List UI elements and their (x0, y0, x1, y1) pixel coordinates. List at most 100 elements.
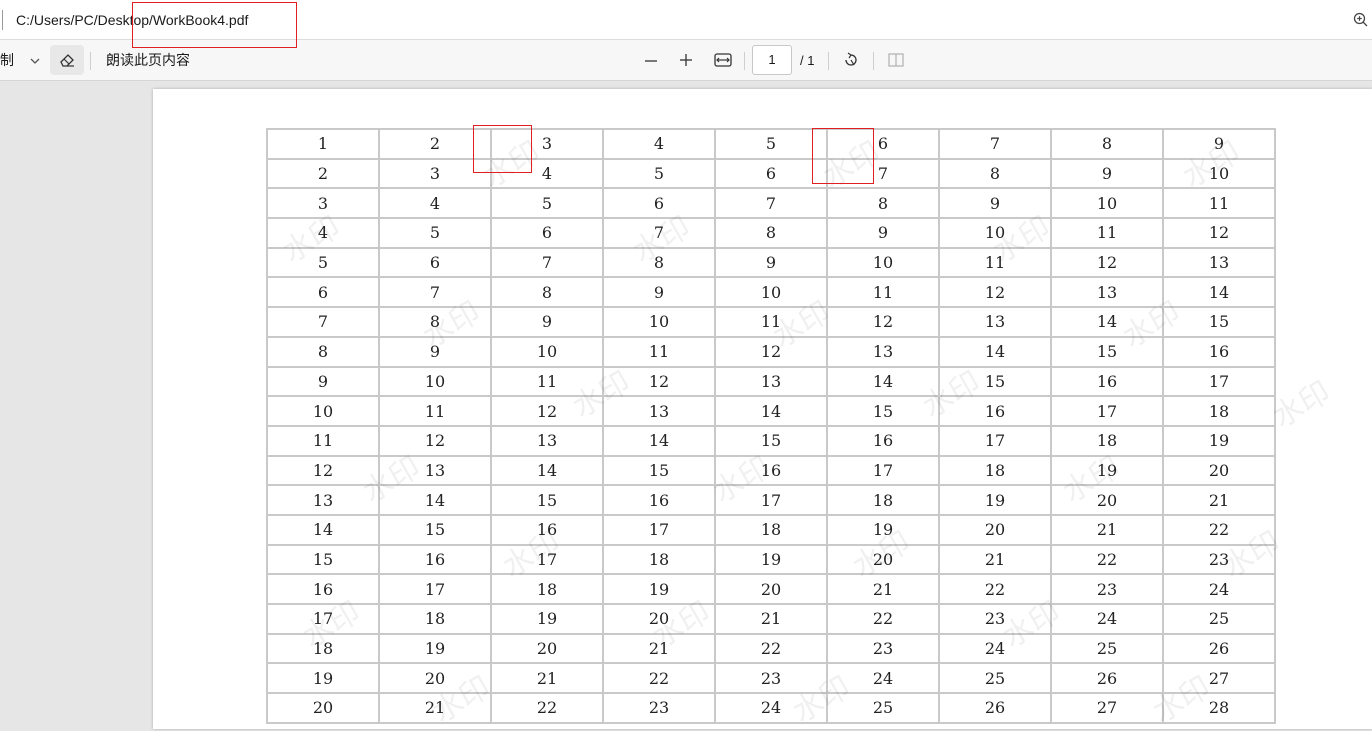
table-row: 6 7 8 9 10 11 12 13 14 (266, 276, 1276, 309)
pdf-toolbar: 制 朗读此页内容 (0, 40, 1372, 81)
table-cell: 10 (714, 276, 828, 309)
table-cell: 5 (378, 217, 492, 249)
table-cell: 15 (602, 454, 716, 487)
table-cell: 5 (714, 128, 828, 160)
table-cell: 14 (1162, 276, 1276, 309)
table-cell: 15 (714, 424, 828, 457)
table-cell: 4 (490, 157, 604, 190)
table-cell: 13 (938, 306, 1052, 338)
table-cell: 20 (602, 603, 716, 635)
table-cell: 19 (378, 632, 492, 665)
table-row: 5 6 7 8 9 10 11 12 13 (266, 246, 1276, 279)
table-cell: 15 (266, 543, 380, 576)
table-cell: 11 (938, 246, 1052, 279)
table-cell: 13 (602, 395, 716, 427)
table-cell: 21 (602, 632, 716, 665)
draw-button[interactable]: 制 (0, 50, 14, 70)
table-cell: 13 (714, 365, 828, 398)
table-row: 10 11 12 13 14 15 16 17 18 (266, 395, 1276, 427)
table-cell: 16 (602, 484, 716, 516)
table-cell: 19 (938, 484, 1052, 516)
table-cell: 16 (938, 395, 1052, 427)
table-cell: 15 (490, 484, 604, 516)
table-cell: 13 (266, 484, 380, 516)
table-cell: 8 (1050, 128, 1164, 160)
table-cell: 16 (378, 543, 492, 576)
table-cell: 18 (1050, 424, 1164, 457)
table-cell: 23 (602, 692, 716, 724)
table-cell: 14 (266, 513, 380, 546)
table-cell: 6 (378, 246, 492, 279)
table-cell: 11 (714, 306, 828, 338)
table-cell: 25 (1162, 603, 1276, 635)
erase-button[interactable] (50, 45, 84, 75)
table-cell: 20 (266, 692, 380, 724)
table-cell: 27 (1162, 662, 1276, 695)
table-cell: 25 (826, 692, 940, 724)
table-cell: 18 (378, 603, 492, 635)
table-cell: 18 (490, 573, 604, 605)
table-cell: 19 (1162, 424, 1276, 457)
table-cell: 10 (378, 365, 492, 398)
table-cell: 28 (1162, 692, 1276, 724)
table-cell: 19 (490, 603, 604, 635)
table-cell: 8 (490, 276, 604, 309)
table-cell: 16 (266, 573, 380, 605)
table-cell: 22 (938, 573, 1052, 605)
chevron-down-icon[interactable] (28, 54, 42, 68)
table-cell: 16 (826, 424, 940, 457)
table-cell: 12 (490, 395, 604, 427)
table-cell: 1 (266, 128, 380, 160)
toolbar-separator (828, 52, 829, 70)
two-page-icon[interactable] (886, 51, 906, 69)
plus-icon[interactable] (677, 51, 695, 69)
table-cell: 14 (1050, 306, 1164, 338)
table-cell: 23 (1162, 543, 1276, 576)
table-cell: 13 (1162, 246, 1276, 279)
fit-width-icon[interactable] (713, 51, 733, 69)
table-cell: 25 (938, 662, 1052, 695)
table-cell: 12 (826, 306, 940, 338)
table-cell: 14 (490, 454, 604, 487)
table-cell: 6 (602, 187, 716, 220)
table-cell: 17 (266, 603, 380, 635)
table-cell: 4 (378, 187, 492, 220)
table-cell: 11 (1162, 187, 1276, 220)
table-cell: 8 (266, 335, 380, 368)
read-aloud-label: 朗读此页内容 (106, 52, 190, 68)
table-cell: 13 (826, 335, 940, 368)
table-cell: 17 (938, 424, 1052, 457)
table-row: 11 12 13 14 15 16 17 18 19 (266, 424, 1276, 457)
table-cell: 27 (1050, 692, 1164, 724)
table-cell: 14 (938, 335, 1052, 368)
table-row: 2 3 4 5 6 7 8 9 10 (266, 157, 1276, 190)
table-cell: 9 (938, 187, 1052, 220)
minus-icon[interactable] (642, 52, 660, 70)
file-path[interactable]: C:/Users/PC/Desktop/WorkBook4.pdf (16, 12, 248, 28)
read-aloud-button[interactable]: 朗读此页内容 (106, 50, 190, 70)
table-cell: 14 (378, 484, 492, 516)
zoom-icon[interactable] (1352, 11, 1370, 29)
rotate-icon[interactable] (842, 51, 860, 69)
table-cell: 21 (714, 603, 828, 635)
table-cell: 12 (714, 335, 828, 368)
address-bar[interactable]: C:/Users/PC/Desktop/WorkBook4.pdf (0, 0, 1372, 40)
table-cell: 17 (378, 573, 492, 605)
table-cell: 20 (938, 513, 1052, 546)
table-cell: 3 (266, 187, 380, 220)
table-cell: 17 (1162, 365, 1276, 398)
table-cell: 10 (490, 335, 604, 368)
address-divider (2, 10, 3, 30)
table-cell: 8 (378, 306, 492, 338)
table-cell: 4 (266, 217, 380, 249)
table-cell: 15 (378, 513, 492, 546)
table-cell: 18 (1162, 395, 1276, 427)
table-cell: 19 (1050, 454, 1164, 487)
table-cell: 12 (266, 454, 380, 487)
table-cell: 18 (266, 632, 380, 665)
page-number-input[interactable]: 1 (752, 45, 792, 75)
table-row: 17 18 19 20 21 22 23 24 25 (266, 603, 1276, 635)
table-cell: 6 (490, 217, 604, 249)
table-cell: 12 (602, 365, 716, 398)
table-cell: 2 (378, 128, 492, 160)
